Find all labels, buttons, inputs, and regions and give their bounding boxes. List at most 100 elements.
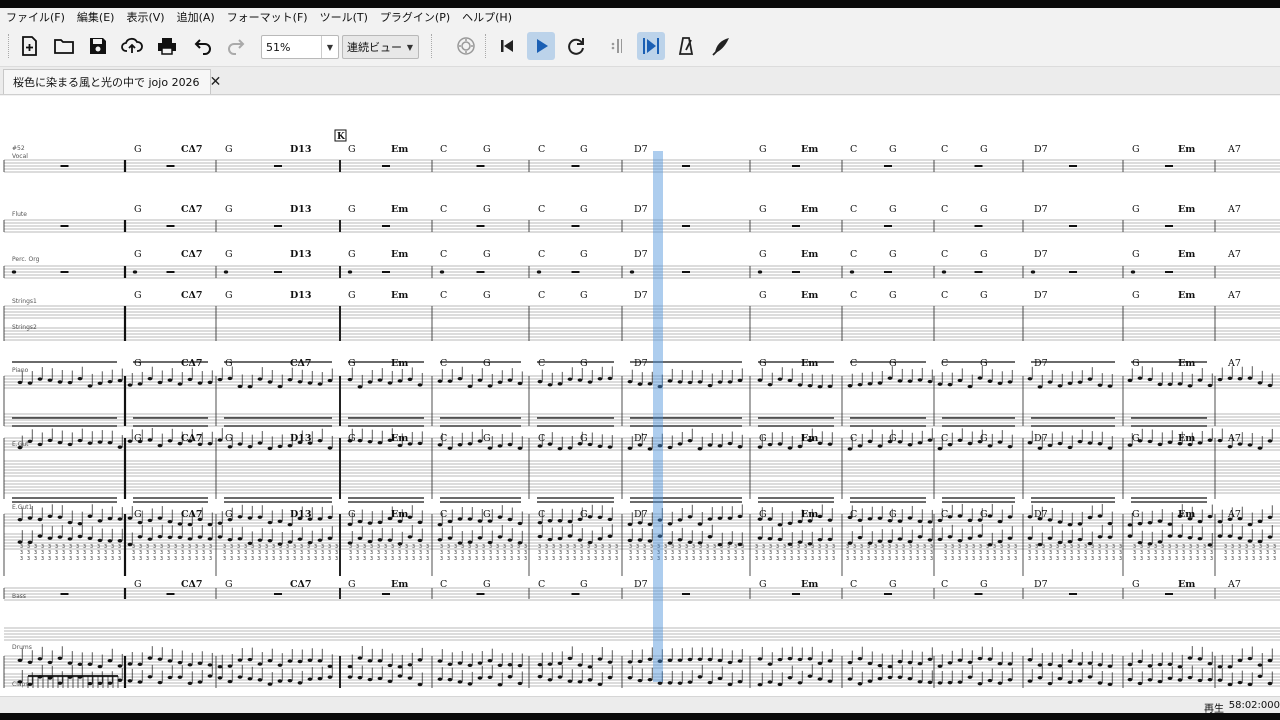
note-head xyxy=(1067,381,1073,385)
note-head xyxy=(627,446,633,450)
note-head xyxy=(867,382,873,386)
tab-fret: 3 xyxy=(867,556,870,562)
menu-plugins[interactable]: プラグイン(P) xyxy=(380,9,450,25)
note-head xyxy=(439,270,445,274)
note-head xyxy=(537,520,543,525)
note-head xyxy=(827,518,833,522)
menu-edit[interactable]: 編集(E) xyxy=(77,9,115,25)
note-head xyxy=(577,442,583,446)
note-head xyxy=(1197,657,1203,661)
note-head xyxy=(127,516,133,520)
menu-file[interactable]: ファイル(F) xyxy=(6,9,65,25)
new-file-button[interactable] xyxy=(15,32,43,60)
tab-fret: 3 xyxy=(48,556,51,562)
note-head xyxy=(857,518,863,523)
note-head xyxy=(1087,515,1093,520)
note-head xyxy=(1257,663,1263,667)
note-head xyxy=(887,376,893,380)
mixer-button[interactable] xyxy=(452,32,480,60)
tab-fret: 3 xyxy=(944,556,947,562)
note-head xyxy=(917,441,923,445)
chord-symbol: C xyxy=(850,579,857,590)
note-head xyxy=(1267,383,1273,388)
tab-fret: 3 xyxy=(734,556,737,562)
note-head xyxy=(1147,377,1153,382)
note-head xyxy=(132,270,138,274)
note-head xyxy=(1077,380,1083,384)
instrument-label: Perc. Org xyxy=(12,256,40,263)
tab-fret: 3 xyxy=(1273,556,1276,562)
note-head xyxy=(67,520,73,525)
upload-button[interactable] xyxy=(118,32,146,60)
note-head xyxy=(1007,515,1013,519)
note-head xyxy=(927,680,933,685)
chord-symbol: G xyxy=(580,249,588,260)
tab-fret: 3 xyxy=(363,556,366,562)
metronome-button[interactable] xyxy=(672,32,700,60)
note-head xyxy=(267,520,273,525)
rewind-button[interactable] xyxy=(493,32,521,60)
note-head xyxy=(1157,519,1163,523)
note-head xyxy=(77,662,83,667)
zoom-select[interactable]: 51% ▼ xyxy=(261,35,339,59)
menu-view[interactable]: 表示(V) xyxy=(126,9,164,25)
pan-score-button[interactable] xyxy=(637,32,665,60)
note-head xyxy=(667,658,673,662)
save-button[interactable] xyxy=(84,32,112,60)
note-head xyxy=(1187,517,1193,521)
midi-input-button[interactable] xyxy=(707,32,735,60)
chord-symbol: G xyxy=(348,433,356,444)
open-button[interactable] xyxy=(50,32,78,60)
play-button[interactable] xyxy=(527,32,555,60)
note-head xyxy=(777,537,783,542)
score-canvas[interactable]: G CΔ7 G D13 G Em C G C G D7 G Em C G C G D7 G Em A7 G CΔ7 G D13 G… xyxy=(0,96,1280,696)
close-icon[interactable]: ✕ xyxy=(210,74,222,90)
chord-symbol: G xyxy=(759,433,767,444)
note-head xyxy=(117,539,123,543)
note-head xyxy=(47,536,53,540)
tab-fret: 3 xyxy=(755,556,758,562)
note-head xyxy=(947,442,953,447)
menu-format[interactable]: フォーマット(F) xyxy=(227,9,308,25)
note-head xyxy=(1227,517,1233,522)
note-head xyxy=(477,661,483,665)
tab-fret: 3 xyxy=(986,556,989,562)
note-head xyxy=(597,657,603,661)
note-head xyxy=(847,660,853,665)
tab-fret: 3 xyxy=(20,556,23,562)
tab-fret: 3 xyxy=(391,556,394,562)
note-head xyxy=(567,377,573,381)
note-head xyxy=(677,518,683,522)
note-head xyxy=(417,658,423,662)
loop-button[interactable] xyxy=(562,32,590,60)
chord-symbol: Em xyxy=(801,509,818,520)
menu-help[interactable]: ヘルプ(H) xyxy=(462,9,512,25)
repeat-toggle-button[interactable] xyxy=(601,32,629,60)
note-head xyxy=(1077,679,1083,683)
print-button[interactable] xyxy=(153,32,181,60)
note-head xyxy=(767,662,773,666)
undo-button[interactable] xyxy=(188,32,216,60)
note-head xyxy=(1047,536,1053,540)
tab-fret: 3 xyxy=(615,556,618,562)
note-head xyxy=(67,380,73,385)
score-tab[interactable]: 桜色に染まる風と光の中で jojo 2026 ✕ xyxy=(3,69,221,94)
view-mode-select[interactable]: 連続ビュー ▼ xyxy=(342,35,419,59)
menu-tools[interactable]: ツール(T) xyxy=(320,9,368,25)
redo-button[interactable] xyxy=(223,32,251,60)
note-head xyxy=(27,660,33,664)
note-head xyxy=(787,656,793,661)
menu-add[interactable]: 追加(A) xyxy=(177,9,215,25)
tab-fret: 3 xyxy=(692,556,695,562)
tab-fret: 3 xyxy=(629,556,632,562)
tab-fret: 3 xyxy=(1168,556,1171,562)
tab-fret: 3 xyxy=(160,556,163,562)
chord-symbol: D7 xyxy=(1034,579,1048,590)
note-head xyxy=(11,270,17,274)
note-head xyxy=(477,676,483,680)
note-head xyxy=(257,662,263,666)
chord-symbol: Em xyxy=(391,433,408,444)
tab-fret: 3 xyxy=(440,556,443,562)
chord-symbol: G xyxy=(1132,358,1140,369)
note-head xyxy=(1187,535,1193,540)
